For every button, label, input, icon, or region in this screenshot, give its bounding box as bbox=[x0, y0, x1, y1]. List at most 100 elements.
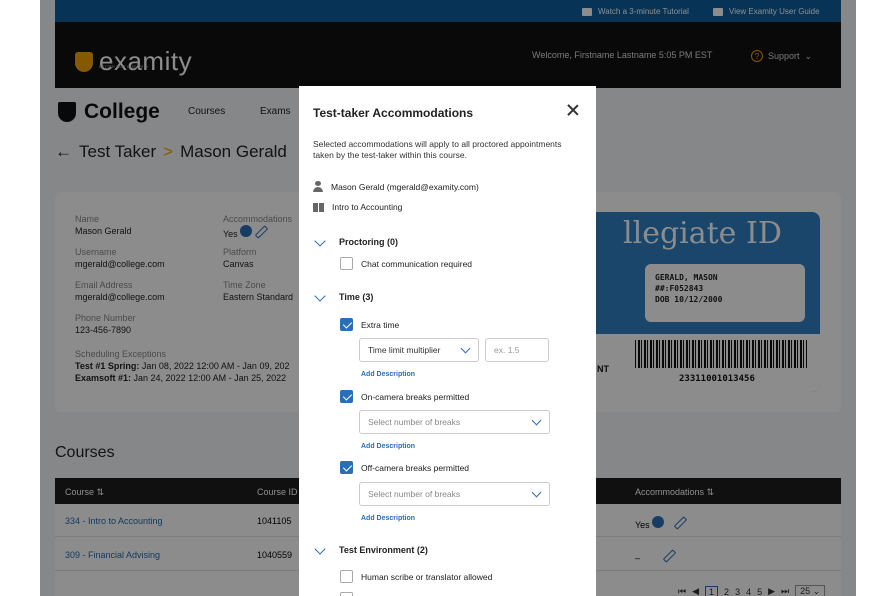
user-guide-link[interactable]: View Examity User Guide bbox=[713, 7, 820, 16]
email-field: Email Address mgerald@college.com bbox=[75, 279, 165, 303]
accommodations-value: – bbox=[635, 553, 641, 563]
off-camera-breaks-checkbox[interactable]: Off-camera breaks permitted bbox=[340, 461, 469, 474]
id-card-barcode-number: 23311001013456 bbox=[679, 374, 755, 384]
id-card-image: llegiate ID GERALD, MASON ##:F052843 DOB… bbox=[583, 212, 820, 392]
modal-description: Selected accommodations will apply to al… bbox=[313, 139, 562, 160]
section-time[interactable]: Time (3) bbox=[313, 292, 373, 302]
logo-text: examity bbox=[99, 46, 193, 76]
breadcrumb-separator: > bbox=[163, 142, 174, 161]
scribe-label: Human scribe or translator allowed bbox=[361, 571, 493, 582]
checkbox[interactable] bbox=[340, 257, 353, 270]
email-label: Email Address bbox=[75, 280, 133, 290]
course-link[interactable]: 309 - Financial Advising bbox=[65, 550, 160, 560]
barcode bbox=[635, 340, 807, 368]
support-label: Support bbox=[768, 51, 800, 61]
accessibility-icon bbox=[652, 516, 665, 528]
next-page-button[interactable]: ▶ bbox=[768, 586, 775, 596]
college-name: College bbox=[84, 100, 160, 123]
platform-field: Platform Canvas bbox=[223, 246, 257, 270]
section-test-environment[interactable]: Test Environment (2) bbox=[313, 545, 428, 555]
add-description-link[interactable]: Add Description bbox=[361, 371, 415, 378]
edit-pencil-icon[interactable] bbox=[674, 517, 685, 528]
id-card-side-text: NT bbox=[597, 364, 609, 374]
column-course[interactable]: Course ⇅ bbox=[65, 487, 104, 498]
page-size-select[interactable]: 25 ⌄ bbox=[795, 585, 826, 596]
chevron-down-icon bbox=[313, 546, 327, 555]
chat-checkbox[interactable]: Chat communication required bbox=[340, 257, 472, 270]
last-page-button[interactable]: ⏭ bbox=[781, 586, 789, 596]
support-menu[interactable]: ? Support ⌄ bbox=[751, 50, 812, 62]
back-arrow-icon[interactable]: ← bbox=[55, 142, 72, 162]
id-card-details: GERALD, MASON ##:F052843 DOB 10/12/2000 bbox=[645, 264, 805, 322]
exception-2-dates: Jan 24, 2022 12:00 AM - Jan 25, 2022 bbox=[131, 373, 287, 383]
extra-time-checkbox[interactable]: Extra time bbox=[340, 318, 399, 331]
section-environment-label: Test Environment (2) bbox=[339, 545, 428, 555]
checkbox[interactable] bbox=[340, 570, 353, 583]
page-button-current[interactable]: 1 bbox=[705, 585, 719, 596]
breadcrumb-parent[interactable]: Test Taker bbox=[79, 142, 156, 162]
course-id: 1041105 bbox=[257, 516, 292, 526]
on-camera-label: On-camera breaks permitted bbox=[361, 391, 470, 402]
accommodations-modal: Test-taker Accommodations Selected accom… bbox=[299, 86, 596, 596]
edit-pencil-icon[interactable] bbox=[255, 226, 266, 237]
column-accommodations[interactable]: Accommodations ⇅ bbox=[635, 487, 714, 498]
scribe-checkbox[interactable]: Human scribe or translator allowed bbox=[340, 570, 492, 583]
college-logo: College bbox=[58, 100, 160, 124]
add-description-link[interactable]: Add Description bbox=[361, 515, 415, 522]
checkbox-checked[interactable] bbox=[340, 318, 353, 331]
test-taker-name: Mason Gerald (mgerald@examity.com) bbox=[331, 181, 479, 192]
accommodations-yes: Yes bbox=[223, 229, 238, 239]
id-card-dob: DOB 10/12/2000 bbox=[655, 295, 723, 304]
examity-logo[interactable]: examity BETTER TEST INTEGRITY bbox=[75, 46, 192, 77]
close-icon[interactable] bbox=[565, 102, 581, 118]
checkbox-checked[interactable] bbox=[340, 461, 353, 474]
course-name: Intro to Accounting bbox=[332, 202, 403, 212]
on-camera-breaks-select[interactable]: Select number of breaks bbox=[359, 410, 550, 434]
breaks-placeholder: Select number of breaks bbox=[368, 417, 461, 427]
breadcrumb: ← Test Taker > Mason Gerald bbox=[55, 142, 287, 162]
main-header: examity BETTER TEST INTEGRITY Welcome, F… bbox=[55, 22, 841, 88]
nav-exams[interactable]: Exams bbox=[260, 106, 291, 117]
multiplier-input[interactable]: ex. 1.5 bbox=[485, 338, 549, 362]
edit-pencil-icon[interactable] bbox=[663, 550, 674, 561]
phone-field: Phone Number 123-456-7890 bbox=[75, 312, 136, 336]
page: { "topbar": {"tutorial": "Watch a 3-minu… bbox=[0, 0, 877, 596]
course-accommodations: Yes bbox=[635, 516, 685, 530]
chevron-down-icon bbox=[460, 347, 470, 354]
page-button[interactable]: 5 bbox=[757, 587, 762, 596]
logo-mark-icon bbox=[75, 51, 93, 72]
tutorial-link[interactable]: Watch a 3-minute Tutorial bbox=[582, 7, 689, 16]
scheduling-label: Scheduling Exceptions bbox=[75, 349, 167, 359]
section-proctoring[interactable]: Proctoring (0) bbox=[313, 237, 398, 247]
off-camera-breaks-select[interactable]: Select number of breaks bbox=[359, 482, 550, 506]
time-multiplier-value: Time limit multiplier bbox=[368, 345, 441, 355]
checkbox[interactable] bbox=[340, 592, 353, 596]
time-multiplier-select[interactable]: Time limit multiplier bbox=[359, 338, 479, 362]
add-description-link[interactable]: Add Description bbox=[361, 443, 415, 450]
chevron-down-icon bbox=[313, 293, 327, 302]
page-size-value: 25 bbox=[800, 586, 811, 596]
page-button[interactable]: 3 bbox=[735, 587, 740, 596]
email-value: mgerald@college.com bbox=[75, 292, 165, 302]
first-page-button[interactable]: ⏮ bbox=[678, 586, 686, 596]
course-link[interactable]: 334 - Intro to Accounting bbox=[65, 516, 163, 526]
course-accommodations: – bbox=[635, 550, 674, 563]
platform-label: Platform bbox=[223, 247, 257, 257]
on-camera-breaks-checkbox[interactable]: On-camera breaks permitted bbox=[340, 390, 469, 403]
modal-title: Test-taker Accommodations bbox=[313, 106, 474, 120]
exception-1-dates: Jan 08, 2022 12:00 AM - Jan 09, 202 bbox=[139, 361, 290, 371]
nav-courses[interactable]: Courses bbox=[188, 106, 225, 117]
username-field: Username mgerald@college.com bbox=[75, 246, 165, 270]
name-label: Name bbox=[75, 214, 100, 224]
document-icon bbox=[713, 7, 723, 16]
prev-page-button[interactable]: ◀ bbox=[692, 586, 699, 596]
next-checkbox-partial[interactable] bbox=[340, 592, 353, 596]
page-button[interactable]: 4 bbox=[746, 587, 751, 596]
chevron-down-icon bbox=[313, 238, 327, 247]
accommodations-value: Yes bbox=[635, 520, 650, 530]
video-icon bbox=[582, 7, 592, 16]
help-icon: ? bbox=[751, 50, 763, 62]
checkbox-checked[interactable] bbox=[340, 390, 353, 403]
page-button[interactable]: 2 bbox=[724, 587, 729, 596]
phone-value: 123-456-7890 bbox=[75, 325, 132, 335]
